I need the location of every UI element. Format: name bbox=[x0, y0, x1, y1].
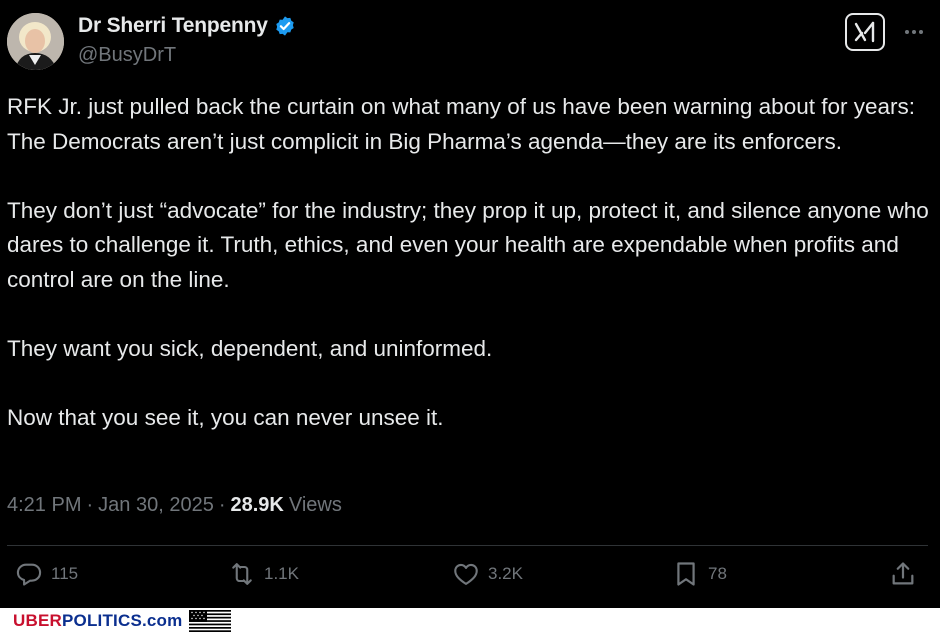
views-label: Views bbox=[288, 494, 342, 516]
grok-button[interactable] bbox=[845, 13, 885, 51]
like-button[interactable]: 3.2K bbox=[452, 560, 523, 588]
views-count[interactable]: 28.9K bbox=[230, 494, 283, 517]
tweet-card: Dr Sherri Tenpenny @BusyDrT RFK Jr. just… bbox=[0, 0, 940, 608]
share-icon bbox=[892, 562, 914, 585]
bookmark-button[interactable]: 78 bbox=[672, 560, 727, 588]
repost-button[interactable]: 1.1K bbox=[228, 560, 299, 588]
brand-part-politics: POLITICS.com bbox=[61, 611, 183, 630]
dot bbox=[919, 30, 923, 34]
avatar[interactable] bbox=[7, 13, 64, 70]
more-dots-icon[interactable] bbox=[898, 18, 930, 46]
separator: · bbox=[86, 494, 94, 516]
repost-icon bbox=[232, 563, 252, 585]
repost-count: 1.1K bbox=[264, 564, 299, 583]
separator: · bbox=[218, 494, 226, 516]
author-name-row: Dr Sherri Tenpenny bbox=[78, 14, 296, 38]
grok-icon bbox=[854, 21, 875, 43]
like-icon bbox=[454, 563, 478, 585]
share-button[interactable] bbox=[889, 560, 917, 588]
divider bbox=[7, 545, 928, 546]
reply-icon bbox=[16, 563, 42, 586]
reply-button[interactable]: 115 bbox=[15, 560, 78, 588]
tweet-text: RFK Jr. just pulled back the curtain on … bbox=[7, 90, 932, 435]
dot bbox=[912, 30, 916, 34]
reply-count: 115 bbox=[51, 564, 79, 583]
bookmark-count: 78 bbox=[708, 564, 727, 583]
tweet-date[interactable]: Jan 30, 2025 bbox=[98, 494, 214, 517]
verified-badge-icon bbox=[276, 16, 294, 36]
author-handle[interactable]: @BusyDrT bbox=[78, 44, 176, 67]
avatar-photo bbox=[7, 13, 64, 70]
tweet-time[interactable]: 4:21 PM bbox=[7, 494, 81, 517]
bookmark-icon bbox=[677, 562, 695, 586]
tweet-paragraph: They want you sick, dependent, and uninf… bbox=[7, 335, 493, 361]
tweet-paragraph: Now that you see it, you can never unsee… bbox=[7, 404, 444, 430]
dot bbox=[905, 30, 909, 34]
brand-logo: UBERPOLITICS.com bbox=[13, 611, 182, 631]
like-count: 3.2K bbox=[488, 564, 523, 583]
us-flag-icon bbox=[189, 610, 231, 632]
tweet-paragraph: They don’t just “advocate” for the indus… bbox=[7, 197, 929, 292]
tweet-paragraph: RFK Jr. just pulled back the curtain on … bbox=[7, 94, 915, 154]
brand-part-uber: UBER bbox=[13, 611, 62, 630]
action-bar: 115 1.1K 3.2K 78 bbox=[0, 560, 940, 600]
watermark-bar: UBERPOLITICS.com bbox=[0, 608, 940, 634]
tweet-meta: 4:21 PM · Jan 30, 2025 · 28.9K Views bbox=[7, 494, 342, 517]
author-name[interactable]: Dr Sherri Tenpenny bbox=[78, 14, 268, 38]
